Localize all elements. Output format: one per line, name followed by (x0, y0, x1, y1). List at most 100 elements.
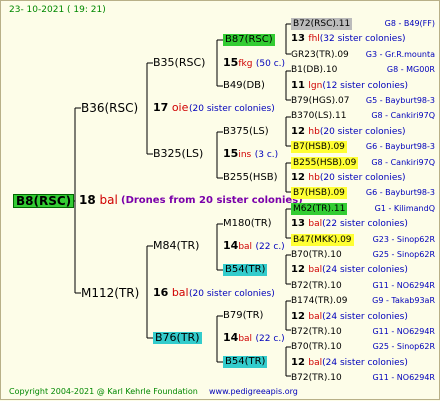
l2-count: 15 (223, 56, 239, 69)
l4-note: (22 sister colonies) (322, 219, 408, 230)
l3-node[interactable]: B79(TR) (223, 310, 263, 322)
l4-node[interactable]: B79(HGS).07 (291, 95, 349, 107)
l4-node[interactable]: B255(HSB).09 (291, 156, 359, 169)
l4-node[interactable]: B1(DB).10 (291, 64, 337, 76)
l4-note: (24 sister colonies) (322, 357, 408, 368)
l4-node[interactable]: B72(RSC).11 (291, 18, 353, 30)
root-code: bal (99, 193, 118, 207)
l4-count: 12 (291, 264, 309, 276)
l4-code: bal (308, 219, 323, 230)
l2-node[interactable]: B35(RSC) (153, 57, 205, 69)
l4-count: 12 (291, 310, 309, 322)
l4-queen-id: G8 - B49(FF) (384, 19, 435, 28)
l4-node[interactable]: B7(HSB).09 (291, 187, 347, 200)
l2-count: 14 (223, 239, 239, 252)
l4-note: (12 sister colonies) (322, 80, 409, 91)
l4-code: hb (308, 126, 320, 137)
l1-top-code: oie (171, 101, 189, 114)
l4-count-group: 11 lgn(12 sister colonies) (291, 80, 408, 92)
l3-node[interactable]: M180(TR) (223, 218, 272, 230)
l1-top-count: 17 (153, 101, 169, 114)
l4-queen-id: G25 - Sinop62R (372, 342, 435, 352)
l4-code: lgn (308, 80, 323, 91)
l4-node[interactable]: B174(TR).09 (291, 295, 347, 307)
l4-count: 12 (291, 356, 309, 368)
l4-queen-id: G6 - Bayburt98-3 (365, 188, 435, 198)
l4-queen-id: G6 - Bayburt98-3 (365, 142, 435, 152)
l4-code: bal (308, 265, 323, 276)
l3-node[interactable]: B255(HSB) (223, 172, 277, 184)
l2-count-group: 14bal (22 c.) (223, 332, 285, 345)
l1-bottom-count: 16 (153, 286, 169, 299)
copyright-text: Copyright 2004-2021 @ Karl Kehrle Founda… (9, 387, 198, 396)
l2-count-group: 15fkg (50 c.) (223, 57, 285, 70)
l4-count-group: 13 bal(22 sister colonies) (291, 218, 408, 230)
l4-node[interactable]: B72(TR).10 (291, 372, 342, 384)
l4-queen-id: G1 - KilimandQ (374, 203, 435, 213)
l3-node[interactable]: B49(DB) (223, 80, 265, 92)
l2-code: ins (238, 150, 252, 160)
l2-code: bal (238, 242, 253, 252)
l2-count: 14 (223, 331, 239, 344)
l4-count-group: 12 bal(24 sister colonies) (291, 357, 408, 369)
l4-node[interactable]: GR23(TR).09 (291, 49, 349, 61)
l2-note: (22 c.) (255, 334, 285, 344)
l4-node[interactable]: B47(MKK).09 (291, 233, 354, 246)
l2-code: fkg (238, 59, 253, 69)
l4-count-group: 12 hb(20 sister colonies) (291, 172, 406, 184)
date-stamp: 23- 10-2021 ( 19: 21) (9, 5, 106, 15)
l1-bottom-count-group: 16 bal (153, 287, 189, 299)
l4-queen-id: G8 - Cankiri97Q (371, 157, 435, 167)
website-link[interactable]: www.pedigreeapis.org (209, 387, 298, 396)
l2-note: (22 c.) (255, 242, 285, 252)
l4-count: 11 (291, 79, 309, 91)
l4-node[interactable]: B370(LS).11 (291, 110, 346, 122)
l2-count-group: 15ins (3 c.) (223, 148, 278, 161)
root-count: 18 (79, 193, 96, 207)
l1-bottom-note: (20 sister colonies) (189, 289, 275, 299)
l4-node[interactable]: B70(TR).10 (291, 341, 342, 353)
l2-note: (50 c.) (255, 59, 286, 69)
l4-count: 13 (291, 218, 309, 230)
l4-queen-id: G5 - Bayburt98-3 (365, 96, 435, 105)
l4-note: (20 sister colonies) (319, 126, 406, 137)
l3-node[interactable]: B54(TR) (223, 356, 268, 368)
root-note: (Drones from 20 sister colonies) (121, 195, 303, 206)
l2-node[interactable]: B325(LS) (153, 148, 203, 160)
l4-note: (24 sister colonies) (322, 311, 408, 322)
l4-node[interactable]: B70(TR).10 (291, 249, 342, 261)
l4-queen-id: G8 - MG00R (386, 65, 435, 75)
l2-node[interactable]: B76(TR) (153, 332, 202, 344)
l4-count-group: 12 bal(24 sister colonies) (291, 311, 408, 323)
l4-count: 12 (291, 125, 309, 137)
root-node[interactable]: B8(RSC) (13, 194, 75, 208)
l1-top-note: (20 sister colonies) (189, 104, 275, 114)
l4-count-group: 12 bal(24 sister colonies) (291, 264, 408, 276)
l4-note: (24 sister colonies) (322, 265, 408, 276)
l4-queen-id: G9 - Takab93aR (372, 296, 435, 306)
l4-count-group: 13 fhl(32 sister colonies) (291, 33, 406, 45)
l2-note: (3 c.) (254, 150, 279, 160)
l4-queen-id: G23 - Sinop62R (372, 234, 435, 244)
l4-note: (20 sister colonies) (319, 173, 406, 183)
l4-node[interactable]: M62(TR).11 (291, 202, 348, 215)
l2-count-group: 14bal (22 c.) (223, 240, 285, 253)
l2-node[interactable]: M84(TR) (153, 240, 199, 252)
l4-node[interactable]: B7(HSB).09 (291, 141, 347, 154)
l4-count-group: 12 hb(20 sister colonies) (291, 126, 406, 138)
l3-node[interactable]: B54(TR) (223, 264, 268, 276)
l4-queen-id: G11 - NO6294R (372, 373, 435, 383)
l1-bottom-node[interactable]: M112(TR) (81, 287, 139, 299)
pedigree-frame: 23- 10-2021 ( 19: 21) B8(RSC) 18 bal (Dr… (0, 0, 440, 400)
l4-queen-id: G11 - NO6294R (372, 327, 435, 336)
l4-count: 12 (291, 172, 309, 183)
l4-code: bal (308, 357, 323, 368)
l3-node[interactable]: B375(LS) (223, 126, 269, 138)
l4-note: (32 sister colonies) (319, 34, 406, 45)
l3-node[interactable]: B87(RSC) (223, 34, 275, 46)
l4-queen-id: G8 - Cankiri97Q (371, 111, 435, 121)
l4-node[interactable]: B72(TR).10 (291, 280, 342, 292)
l2-count: 15 (223, 147, 239, 160)
l1-top-node[interactable]: B36(RSC) (81, 102, 138, 114)
l4-node[interactable]: B72(TR).10 (291, 326, 342, 338)
